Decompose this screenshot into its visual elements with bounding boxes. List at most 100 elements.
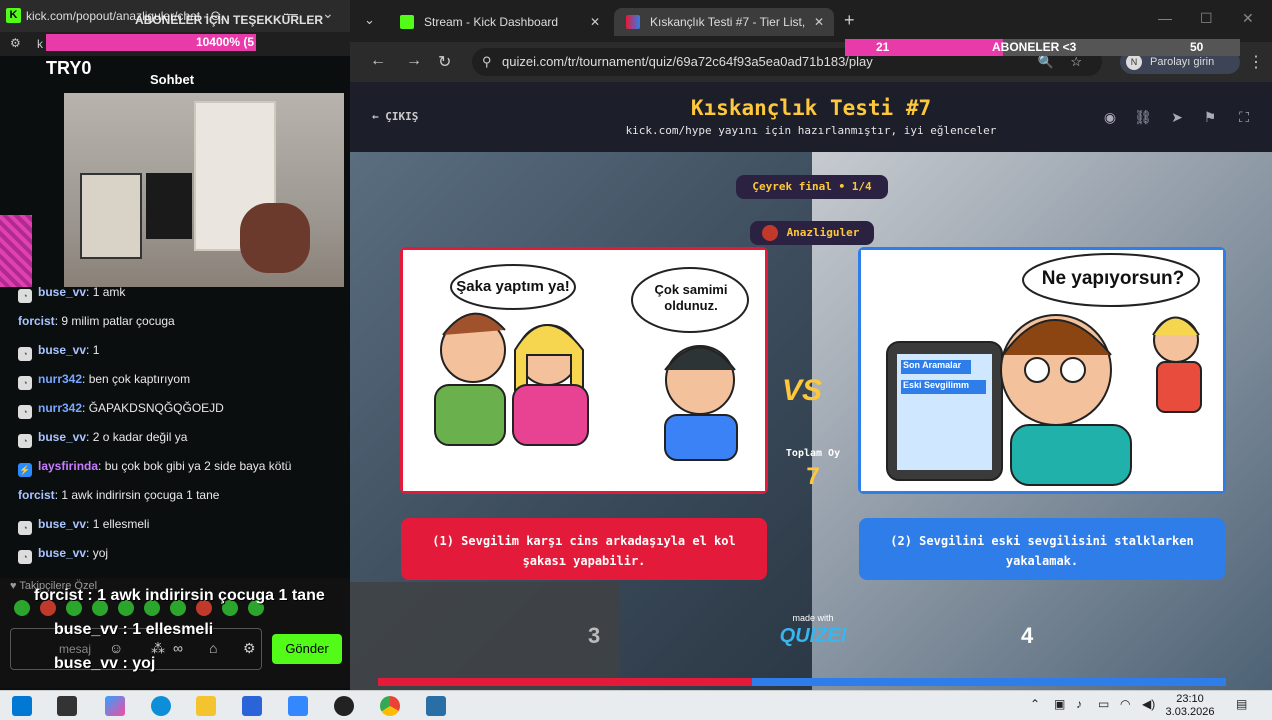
webcam-video xyxy=(64,93,344,287)
menu-kebab-icon[interactable]: ⋮ xyxy=(1248,52,1264,72)
gear-icon[interactable]: ⚙ xyxy=(243,640,256,657)
streamer-name: TRY0 xyxy=(46,58,92,78)
microphone-icon[interactable]: ♪ xyxy=(1076,697,1082,711)
option-1-button[interactable]: (1) Sevgilim karşı cins arkadaşıyla el k… xyxy=(401,518,767,580)
speech-bubble-text: Şaka yaptım ya! xyxy=(456,278,570,295)
chat-message: ◔ nurr342: ben çok kaptırıyom xyxy=(18,372,190,390)
emoji-icon[interactable]: ☺ xyxy=(109,640,123,656)
chat-message: ⚡ laysfirinda: bu çok bok gibi ya 2 side … xyxy=(18,459,292,477)
close-tab-icon[interactable]: ✕ xyxy=(814,8,824,36)
task-view-icon[interactable] xyxy=(57,696,77,716)
tab-search-icon[interactable]: ⌄ xyxy=(364,12,375,28)
vs-badge: VS xyxy=(782,374,823,407)
new-tab-icon[interactable]: + xyxy=(844,10,855,31)
vote-bar-right xyxy=(752,678,1226,686)
notification-icon[interactable]: ▤ xyxy=(1236,697,1247,711)
made-with-label: made with xyxy=(792,613,834,623)
round-badge: Çeyrek final • 1/4 xyxy=(736,175,888,199)
kick-favicon-icon xyxy=(400,15,414,29)
minimize-icon[interactable]: — xyxy=(1158,10,1172,26)
quizei-favicon-icon xyxy=(626,15,640,29)
popout-url[interactable]: k xyxy=(37,37,43,51)
speech-bubble-text: Ne yapıyorsun? xyxy=(1041,268,1185,289)
quiz-header: ← ÇIKIŞ Kıskançlık Testi #7 kick.com/hyp… xyxy=(350,82,1272,152)
heart-icon: ♥ xyxy=(10,580,20,592)
browser-window: ⌄ Stream - Kick Dashboard ✕ Kıskançlık T… xyxy=(350,0,1272,690)
overlay-banner-text: ABONELER İÇİN TEŞEKKÜRLER xyxy=(135,13,324,27)
quizei-logo[interactable]: QUIZEI xyxy=(775,625,851,648)
emote-icon[interactable] xyxy=(14,600,30,616)
edge-icon[interactable] xyxy=(151,696,171,716)
tab-quiz[interactable]: Kıskançlık Testi #7 - Tier List, Kö ✕ xyxy=(614,8,834,36)
phone-label: Son Aramalar xyxy=(903,360,962,370)
author-badge[interactable]: Anazliguler xyxy=(750,221,874,245)
windows-start-icon[interactable] xyxy=(12,696,32,716)
kick-logo-icon: K xyxy=(6,8,21,23)
settings-icon[interactable]: ⚙ xyxy=(10,36,21,50)
share-link-icon[interactable]: ⛓ xyxy=(1132,106,1154,128)
eye-icon[interactable]: ◉ xyxy=(1099,106,1121,128)
chat-message: ◔ buse_vv: 1 amk xyxy=(18,285,125,303)
overlay-chat-line: forcist : 1 awk indirirsin çocuga 1 tane xyxy=(34,587,325,604)
plush-toy-image xyxy=(240,203,310,273)
vote-bar-left xyxy=(378,678,752,686)
vote-count-right: 4 xyxy=(1021,623,1034,648)
file-explorer-icon[interactable] xyxy=(196,696,216,716)
store-icon[interactable] xyxy=(242,696,262,716)
send-button[interactable]: Gönder xyxy=(272,634,342,664)
store-icon[interactable]: ⌂ xyxy=(209,640,217,656)
option-card-1[interactable]: Şaka yaptım ya! Çok samimi oldunuz. xyxy=(400,247,768,494)
flag-icon[interactable]: ⚑ xyxy=(1199,106,1221,128)
badge-icon: ◔ xyxy=(18,289,32,303)
overlay-decoration xyxy=(0,215,32,287)
bolt-badge-icon: ⚡ xyxy=(18,463,32,477)
chevron-down-icon[interactable]: ⌄ xyxy=(322,5,334,22)
obs-overlay-block xyxy=(350,582,620,690)
author-avatar xyxy=(762,225,778,241)
vote-count-left: 3 xyxy=(588,623,601,648)
outlook-icon[interactable] xyxy=(288,696,308,716)
subscriber-goal-overlay: 21 ABONELER <3 50 xyxy=(845,39,1240,56)
badge-icon: ◔ xyxy=(18,405,32,419)
wifi-icon[interactable]: ◠ xyxy=(1120,697,1130,711)
badge-icon: ◔ xyxy=(18,347,32,361)
chrome-icon[interactable] xyxy=(380,696,400,716)
forward-icon[interactable]: → xyxy=(406,52,422,70)
chat-header: Sohbet xyxy=(150,72,195,87)
taskbar: ⌃ ▣ ♪ ▭ ◠ ◀) 23:10 3.03.2026 ▤ xyxy=(0,690,1272,720)
option-2-button[interactable]: (2) Sevgilini eski sevgilisini stalklark… xyxy=(859,518,1225,580)
goal-progress-bar: 10400% (5 xyxy=(46,34,256,51)
site-info-icon[interactable]: ⚲ xyxy=(482,48,492,76)
thought-bubble-text: Çok samimi oldunuz. xyxy=(654,282,728,313)
profile-avatar: N xyxy=(1126,54,1142,70)
close-icon[interactable]: ✕ xyxy=(1242,10,1254,27)
volume-icon[interactable]: ◀) xyxy=(1142,697,1155,711)
close-tab-icon[interactable]: ✕ xyxy=(590,8,600,36)
quiz-page: ← ÇIKIŞ Kıskançlık Testi #7 kick.com/hyp… xyxy=(350,82,1272,690)
maximize-icon[interactable]: ☐ xyxy=(1200,10,1213,27)
total-votes-label: Toplam Oy xyxy=(785,448,841,459)
chat-message: ◔ buse_vv: 1 xyxy=(18,343,99,361)
copilot-icon[interactable] xyxy=(105,696,125,716)
system-clock[interactable]: 23:10 3.03.2026 xyxy=(1160,693,1220,719)
overlay-chat-line: buse_vv : yoj xyxy=(54,655,156,672)
message-placeholder: mesaj xyxy=(59,642,92,656)
option-card-2[interactable]: Ne yapıyorsun? Son Aramalar Eski Sevgili… xyxy=(858,247,1226,494)
back-icon[interactable]: ← xyxy=(370,52,386,70)
poster-image xyxy=(146,173,192,239)
chevron-up-icon[interactable]: ⌃ xyxy=(1030,697,1040,711)
chat-popout-window: K kick.com/popout/anazliguler/chat - G..… xyxy=(0,0,350,690)
obs-icon[interactable] xyxy=(334,696,354,716)
chat-message: ◔ buse_vv: 1 ellesmeli xyxy=(18,517,149,535)
send-icon[interactable]: ➤ xyxy=(1166,106,1188,128)
badge-icon: ◔ xyxy=(18,550,32,564)
infinity-icon[interactable]: ∞ xyxy=(173,640,183,656)
battery-icon[interactable]: ▭ xyxy=(1098,697,1109,711)
tray-app-icon[interactable]: ▣ xyxy=(1054,697,1065,711)
reload-icon[interactable]: ↻ xyxy=(438,52,451,72)
app-icon[interactable] xyxy=(426,696,446,716)
fullscreen-icon[interactable]: ⛶ xyxy=(1233,106,1255,128)
tab-kick-dashboard[interactable]: Stream - Kick Dashboard ✕ xyxy=(388,8,610,36)
chat-message: forcist: 9 milim patlar çocuga xyxy=(18,314,175,328)
overlay-chat-line: buse_vv : 1 ellesmeli xyxy=(54,621,214,638)
